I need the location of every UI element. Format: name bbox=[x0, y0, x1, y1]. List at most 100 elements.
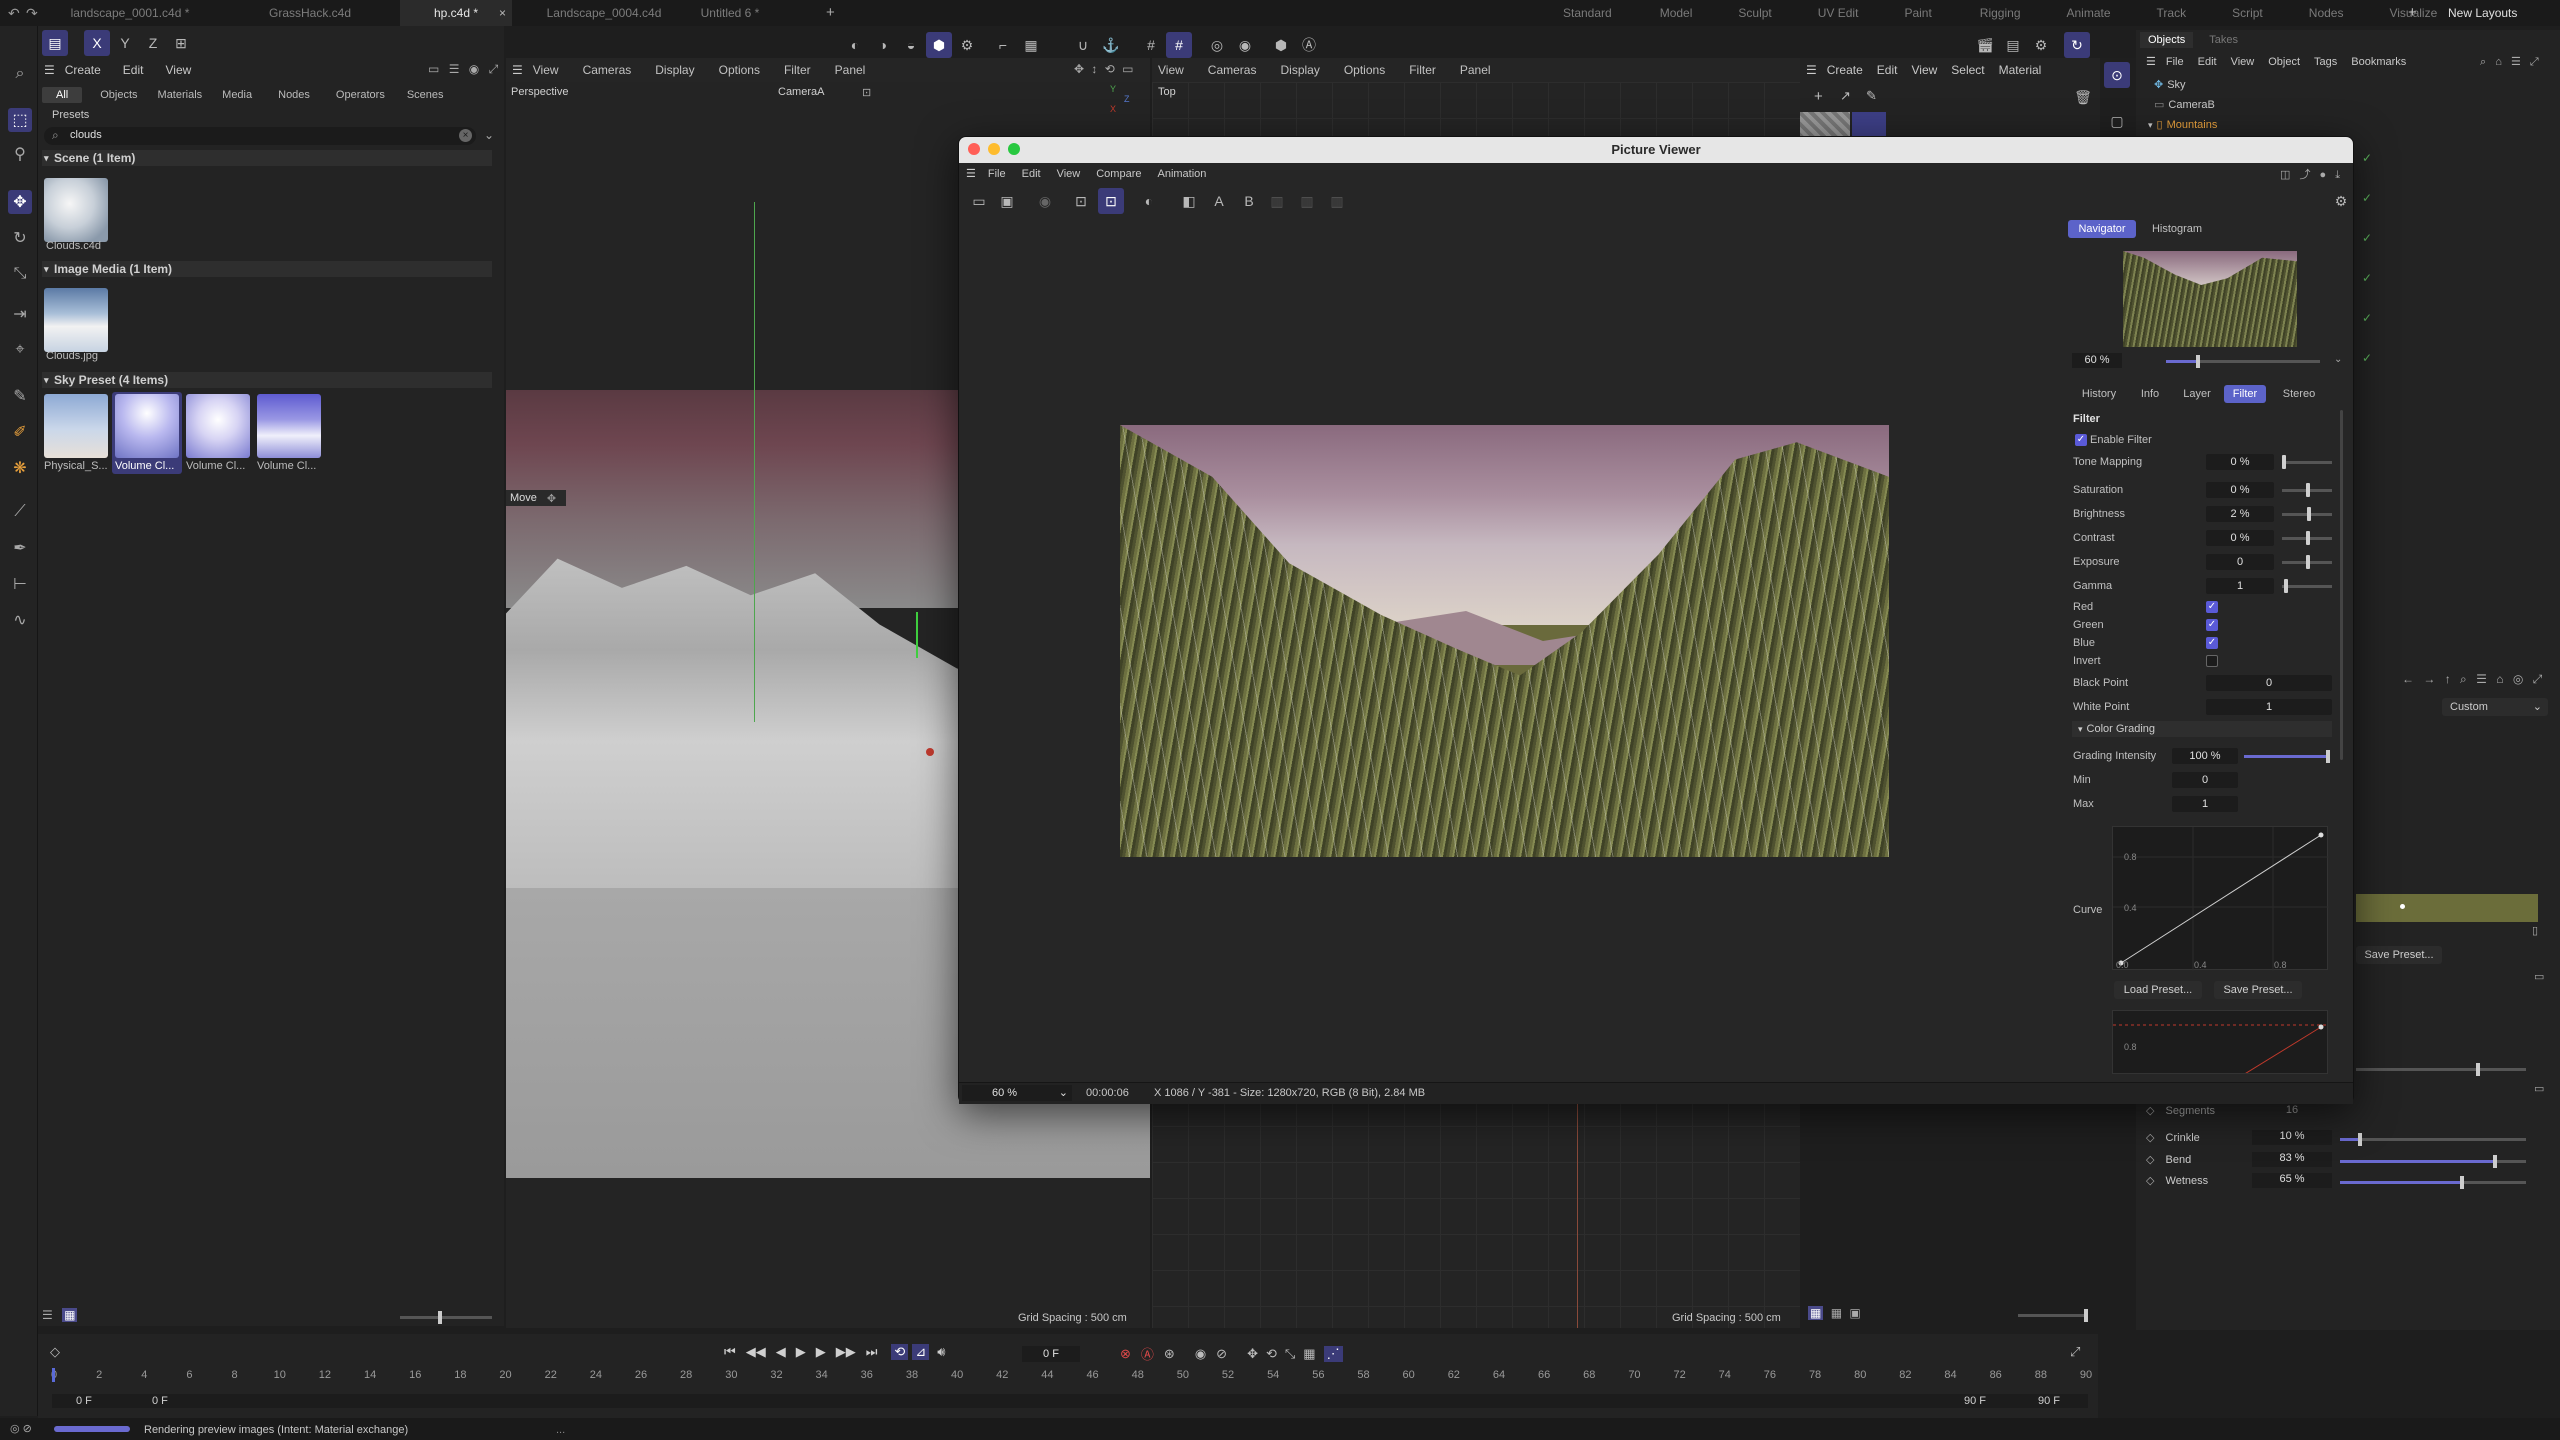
layout-animate[interactable]: Animate bbox=[2067, 6, 2111, 20]
rotate-view-icon[interactable]: ⟲ bbox=[1105, 62, 1115, 76]
download-icon[interactable]: ⤓ bbox=[2335, 169, 2340, 181]
attr-slider[interactable] bbox=[2356, 1063, 2526, 1076]
settings-icon[interactable]: ◎ bbox=[2513, 672, 2523, 686]
check-icon[interactable]: ✓ bbox=[2362, 178, 2372, 218]
layout-model[interactable]: Model bbox=[1660, 6, 1693, 20]
range-end-b[interactable]: 90 F bbox=[2038, 1395, 2060, 1407]
object-manager-icon[interactable]: ⊙ bbox=[2104, 62, 2130, 88]
vp-menu-cameras[interactable]: Cameras bbox=[1208, 63, 1257, 77]
brush-icon[interactable]: ⟋ bbox=[8, 500, 32, 524]
back-icon[interactable]: ← bbox=[2402, 672, 2414, 686]
pv-menu-view[interactable]: View bbox=[1057, 168, 1081, 180]
slider-knob[interactable] bbox=[2307, 507, 2311, 521]
selection-tool-icon[interactable]: ⬚ bbox=[8, 108, 32, 132]
load-preset-button[interactable]: Load Preset... bbox=[2114, 981, 2202, 999]
navigator-zoom-value[interactable]: 60 % bbox=[2072, 353, 2122, 368]
gpu-icon[interactable]: ⬢ bbox=[1268, 32, 1294, 58]
render-picture-viewer-icon[interactable]: ⬢ bbox=[926, 32, 952, 58]
tab-histogram[interactable]: Histogram bbox=[2142, 220, 2212, 238]
max-value[interactable]: 1 bbox=[2172, 796, 2238, 812]
keyframe-diamond-icon[interactable]: ◇ bbox=[50, 1344, 60, 1360]
anim-icon[interactable]: Ⓐ bbox=[1296, 32, 1322, 58]
vp-menu-view[interactable]: View bbox=[533, 63, 559, 77]
tab-stereo[interactable]: Stereo bbox=[2272, 385, 2326, 403]
curve-editor[interactable] bbox=[2112, 826, 2329, 971]
panel-icon[interactable]: ◫ bbox=[2280, 169, 2290, 181]
slider-knob[interactable] bbox=[2326, 750, 2330, 763]
next-key-icon[interactable]: ▶▶ bbox=[836, 1344, 856, 1360]
check-icon[interactable]: ✓ bbox=[2362, 338, 2372, 378]
vp-menu-panel[interactable]: Panel bbox=[1460, 63, 1491, 77]
menu-file[interactable]: File bbox=[2166, 56, 2184, 68]
param-key-icon[interactable]: ▦ bbox=[1303, 1346, 1315, 1362]
settings-icon[interactable]: ⚙ bbox=[2328, 188, 2354, 214]
slider-knob[interactable] bbox=[2282, 455, 2286, 469]
single-view-icon[interactable]: ▦ bbox=[1808, 1306, 1824, 1320]
trash-icon[interactable]: 🗑︎ bbox=[2070, 84, 2096, 110]
undo-icon[interactable]: ↶ bbox=[8, 5, 20, 22]
pv-menu-animation[interactable]: Animation bbox=[1157, 168, 1206, 180]
ab-a-icon[interactable]: A bbox=[1206, 188, 1232, 214]
navigator-thumbnail[interactable] bbox=[2123, 251, 2297, 347]
layout-track[interactable]: Track bbox=[2157, 6, 2187, 20]
tab-hp[interactable]: hp.c4d * × bbox=[400, 0, 512, 26]
layout-uv-edit[interactable]: UV Edit bbox=[1818, 6, 1859, 20]
clear-search-icon[interactable]: × bbox=[459, 129, 472, 142]
thumbnail-volume-clouds-3[interactable] bbox=[257, 394, 321, 458]
loop-icon[interactable]: ⟲ bbox=[891, 1344, 909, 1360]
vp-menu-filter[interactable]: Filter bbox=[784, 63, 811, 77]
layout-standard[interactable]: Standard bbox=[1563, 6, 1612, 20]
move-gizmo-origin[interactable] bbox=[926, 748, 934, 756]
hamburger-icon[interactable]: ☰ bbox=[512, 63, 523, 77]
render-settings-icon[interactable]: ⚙ bbox=[2028, 32, 2054, 58]
key-settings-icon[interactable]: ⊛ bbox=[1164, 1346, 1175, 1362]
lock-icon[interactable]: ⌂ bbox=[2496, 672, 2503, 686]
grading-intensity-value[interactable]: 100 % bbox=[2172, 748, 2238, 764]
slider-knob[interactable] bbox=[2476, 1063, 2480, 1076]
grading-intensity-slider[interactable] bbox=[2244, 750, 2330, 763]
play-icon[interactable]: ▶ bbox=[796, 1344, 806, 1360]
knife-icon[interactable]: ✎ bbox=[8, 384, 32, 408]
search-options-icon[interactable]: ⌄ bbox=[484, 128, 494, 142]
layout-rigging[interactable]: Rigging bbox=[1980, 6, 2021, 20]
menu-edit[interactable]: Edit bbox=[1877, 63, 1898, 77]
category-all[interactable]: All bbox=[42, 87, 83, 103]
home-icon[interactable]: ⌂ bbox=[2495, 56, 2502, 68]
slider-knob[interactable] bbox=[2493, 1155, 2497, 1168]
menu-edit[interactable]: Edit bbox=[2198, 56, 2217, 68]
folder-icon[interactable]: ▭ bbox=[2534, 1082, 2544, 1095]
menu-view[interactable]: View bbox=[2231, 56, 2255, 68]
popout-icon[interactable]: ⤴ bbox=[2299, 169, 2310, 181]
vp-menu-display[interactable]: Display bbox=[655, 63, 694, 77]
menu-tags[interactable]: Tags bbox=[2314, 56, 2337, 68]
list-view-icon[interactable]: ☰ bbox=[42, 1308, 53, 1322]
check-icon[interactable]: ✓ bbox=[2362, 138, 2372, 178]
scale-tool-icon[interactable]: ⤡ bbox=[8, 262, 32, 286]
vp-menu-filter[interactable]: Filter bbox=[1409, 63, 1436, 77]
menu-material[interactable]: Material bbox=[1999, 63, 2042, 77]
tab-layer[interactable]: Layer bbox=[2174, 385, 2220, 403]
vp-menu-options[interactable]: Options bbox=[719, 63, 760, 77]
render-view-icon[interactable]: ◒ bbox=[898, 32, 924, 58]
section-image-media[interactable]: ▾ Image Media (1 Item) bbox=[42, 261, 492, 277]
add-icon[interactable]: + bbox=[1814, 88, 1823, 105]
bend-value[interactable]: 83 % bbox=[2252, 1152, 2332, 1167]
arrow-icon[interactable]: ↗ bbox=[1840, 88, 1851, 104]
move-view-icon[interactable]: ✥ bbox=[1074, 62, 1084, 76]
tab-filter[interactable]: Filter bbox=[2224, 385, 2266, 403]
menu-view[interactable]: View bbox=[1911, 63, 1937, 77]
category-materials[interactable]: Materials bbox=[158, 89, 203, 101]
tab-grasshack[interactable]: GrassHack.c4d bbox=[220, 0, 400, 26]
layer-icon[interactable]: ▢ bbox=[2104, 108, 2130, 134]
category-media[interactable]: Media bbox=[222, 89, 252, 101]
slider-knob[interactable] bbox=[2306, 483, 2310, 497]
render-region-icon[interactable]: ◐ bbox=[842, 32, 868, 58]
thumbnail-volume-clouds-1[interactable] bbox=[115, 394, 179, 458]
object-row-sky[interactable]: ✥ Sky bbox=[2148, 76, 2186, 94]
new-layouts-button[interactable]: New Layouts bbox=[2448, 6, 2517, 20]
search-icon[interactable]: ⌕ bbox=[2460, 672, 2467, 686]
trash-icon[interactable]: ▯ bbox=[2532, 924, 2538, 937]
target-icon[interactable]: ◉ bbox=[469, 62, 479, 76]
contrast-slider[interactable] bbox=[2282, 531, 2332, 545]
saturation-value[interactable]: 0 % bbox=[2206, 482, 2274, 498]
